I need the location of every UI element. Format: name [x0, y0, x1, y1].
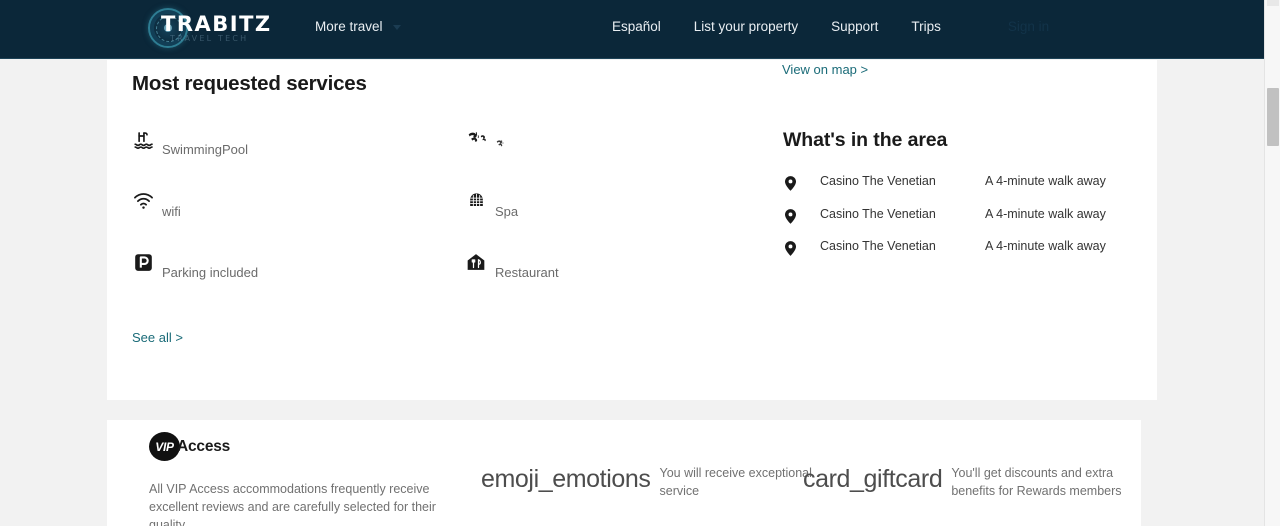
- vip-perk: emoji_emotions You will receive exceptio…: [481, 464, 826, 500]
- area-item-name: Casino The Venetian: [820, 174, 936, 188]
- site-header: TRABITZ TRAVEL TECH More travel Español …: [0, 0, 1264, 59]
- vip-badge-mark: VIP: [149, 432, 180, 461]
- area-list: Casino The Venetian A 4-minute walk away…: [783, 174, 1123, 272]
- nav-item-support[interactable]: Support: [831, 19, 878, 34]
- see-all-services-link[interactable]: See all >: [132, 330, 183, 345]
- vip-perk-text: All VIP Access accommodations frequently…: [149, 482, 436, 526]
- area-list-item: Casino The Venetian A 4-minute walk away: [783, 207, 1123, 240]
- amenity-item[interactable]: SwimmingPool: [132, 128, 432, 190]
- amenity-item[interactable]: Restaurant: [465, 251, 765, 313]
- vertical-scrollbar[interactable]: [1264, 0, 1280, 526]
- amenities-column-1: SwimmingPool wifi Parking included: [132, 128, 432, 313]
- amenity-label: SwimmingPool: [162, 142, 248, 157]
- logo-wordmark: TRABITZ: [161, 12, 272, 36]
- details-card: Most requested services SwimmingPool wif…: [107, 60, 1157, 400]
- restaurant-icon: [465, 251, 487, 273]
- amenity-label: wifi: [162, 203, 181, 219]
- vip-perk-text: You will receive exceptional service: [659, 466, 812, 498]
- page-root: TRABITZ TRAVEL TECH More travel Español …: [0, 0, 1280, 526]
- amenities-column-2: Spa Restaurant: [465, 128, 765, 313]
- swimming-pool-icon: [132, 128, 154, 150]
- parking-icon: [132, 251, 154, 273]
- amenity-label: Parking included: [162, 265, 259, 280]
- amenity-item[interactable]: wifi: [132, 190, 432, 252]
- nav-item-espanol[interactable]: Español: [612, 19, 661, 34]
- amenity-label: Restaurant: [495, 265, 559, 280]
- scrollbar-thumb[interactable]: [1267, 88, 1279, 146]
- scrollbar-track-top: [1267, 0, 1279, 6]
- area-item-name: Casino The Venetian: [820, 239, 936, 253]
- wifi-icon: [132, 190, 154, 212]
- area-item-distance: A 4-minute walk away: [985, 174, 1106, 188]
- area-list-item: Casino The Venetian A 4-minute walk away: [783, 239, 1123, 272]
- air-conditioning-icon: [465, 128, 487, 150]
- area-item-distance: A 4-minute walk away: [985, 239, 1106, 253]
- vip-perk: card_giftcard You'll get discounts and e…: [803, 464, 1143, 500]
- area-item-distance: A 4-minute walk away: [985, 206, 1106, 221]
- vip-badge-label: Access: [177, 437, 231, 455]
- site-logo[interactable]: TRABITZ TRAVEL TECH: [148, 3, 270, 55]
- amenity-label: Spa: [495, 203, 519, 219]
- nav-item-list-your-property[interactable]: List your property: [694, 19, 798, 34]
- area-list-item: Casino The Venetian A 4-minute walk away: [783, 174, 1123, 207]
- vip-perk: All VIP Access accommodations frequently…: [149, 480, 459, 526]
- map-pin-icon: [783, 176, 797, 191]
- logo-subtitle: TRAVEL TECH: [170, 34, 249, 43]
- chevron-down-icon: [392, 25, 401, 30]
- nav-item-trips[interactable]: Trips: [911, 19, 941, 34]
- vip-access-card: VIP Access All VIP Access accommodations…: [107, 420, 1141, 526]
- map-pin-icon: [783, 208, 797, 224]
- amenity-item[interactable]: Spa: [465, 190, 765, 252]
- area-item-name: Casino The Venetian: [820, 206, 936, 221]
- whats-in-the-area-title: What's in the area: [783, 129, 948, 151]
- sign-in-button[interactable]: Sign in: [1008, 19, 1049, 34]
- vip-access-badge: VIP Access: [149, 432, 230, 461]
- view-on-map-link[interactable]: View on map >: [782, 62, 868, 77]
- emoji-emotions-icon: emoji_emotions: [481, 465, 651, 493]
- nav-more-travel-label: More travel: [315, 19, 383, 34]
- most-requested-services-title: Most requested services: [132, 72, 367, 95]
- primary-nav: Español List your property Support Trips…: [612, 19, 1049, 34]
- spa-icon: [465, 190, 487, 212]
- card-giftcard-icon: card_giftcard: [803, 465, 943, 493]
- vip-perk-text: You'll get discounts and extra benefits …: [951, 466, 1122, 498]
- amenity-item[interactable]: Parking included: [132, 251, 432, 313]
- amenity-label: [495, 135, 508, 152]
- map-pin-icon: [783, 241, 797, 256]
- nav-more-travel[interactable]: More travel: [315, 19, 401, 34]
- amenity-item[interactable]: [465, 128, 765, 190]
